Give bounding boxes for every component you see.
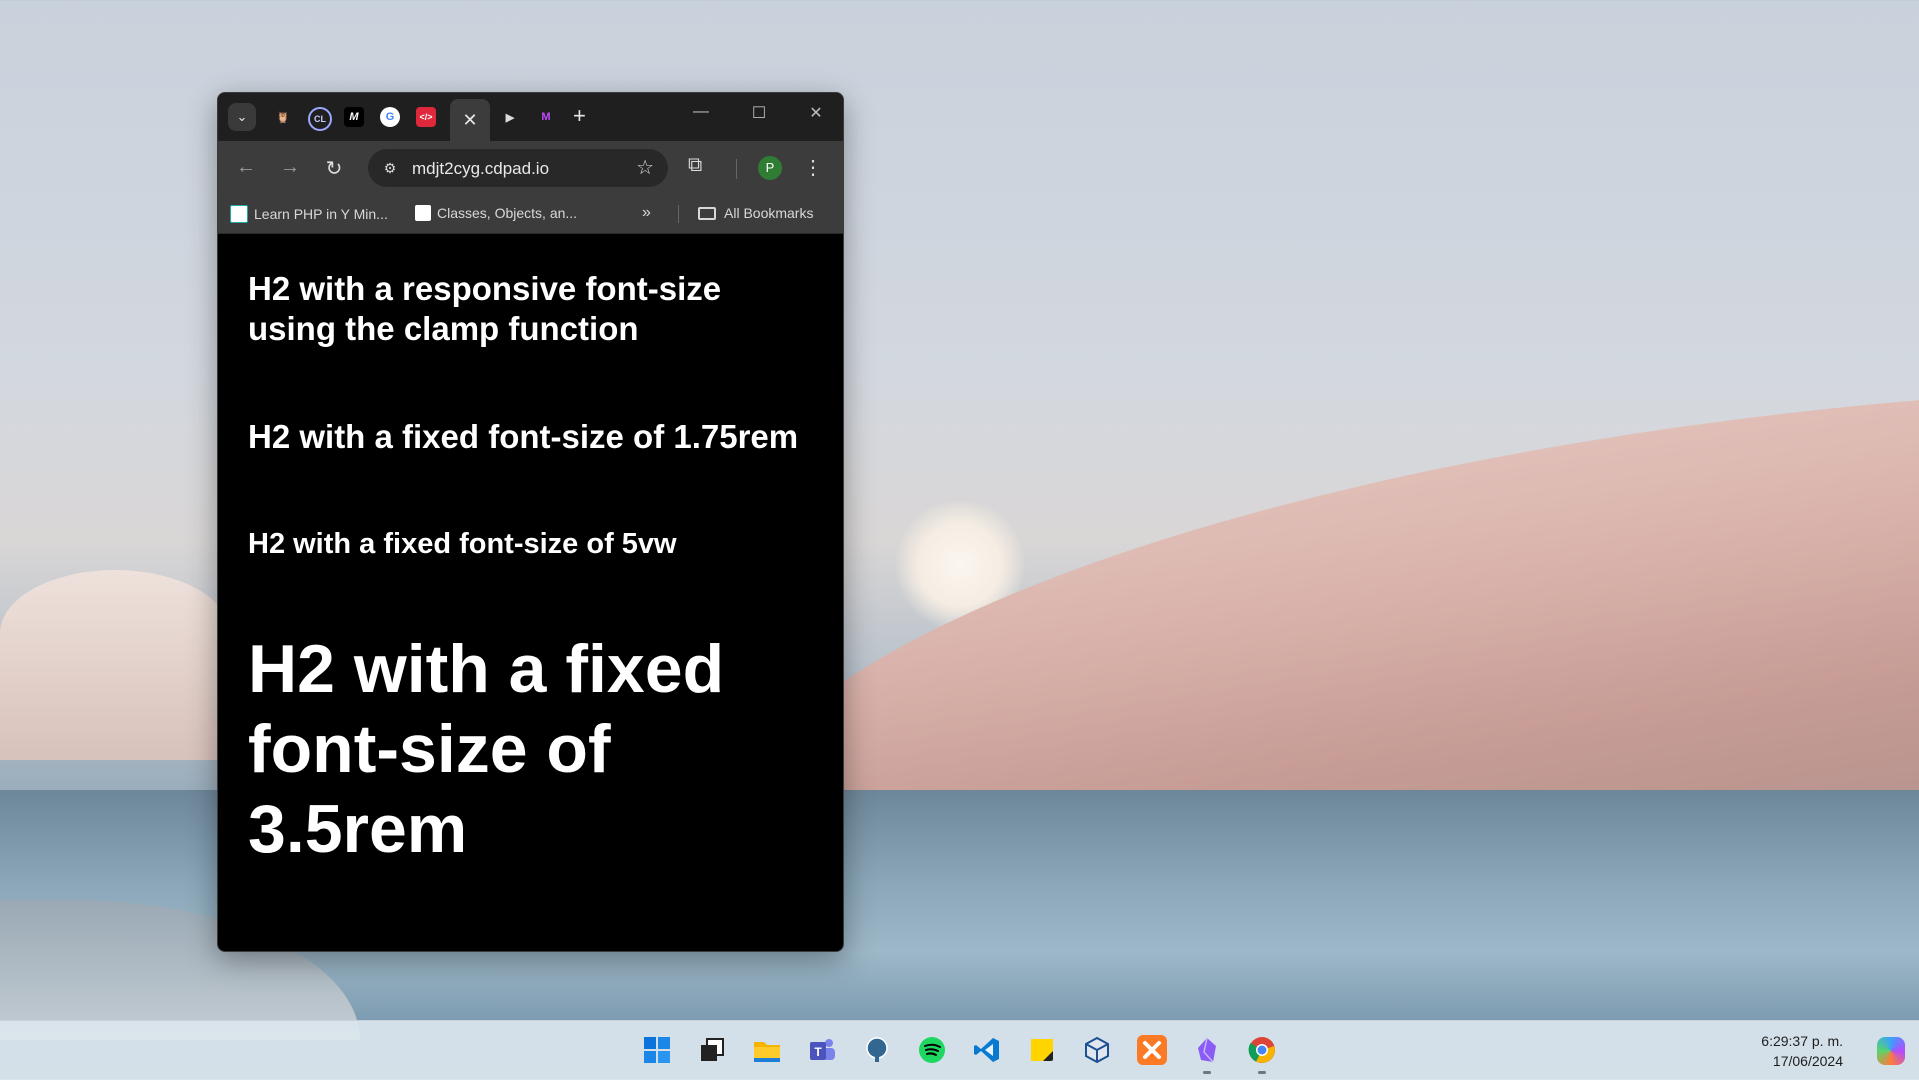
toolbar-divider: [736, 159, 737, 179]
tab-search-dropdown-icon[interactable]: ⌄: [228, 103, 256, 131]
favicon-play-icon[interactable]: ▶: [500, 107, 520, 127]
address-url[interactable]: mdjt2cyg.cdpad.io: [412, 159, 549, 179]
wallpaper-dune-left: [0, 570, 230, 760]
extensions-icon[interactable]: ⧉: [688, 154, 702, 177]
site-info-icon[interactable]: ⚙: [380, 158, 400, 178]
bookmarks-bar: Learn PHP in Y Min... Classes, Objects, …: [218, 195, 843, 234]
page-content: H2 with a responsive font-size using the…: [218, 234, 843, 869]
vscode-icon[interactable]: [972, 1035, 1002, 1065]
sticky-notes-icon[interactable]: [1027, 1035, 1057, 1065]
folder-icon: [698, 206, 716, 220]
profile-avatar[interactable]: P: [758, 156, 782, 180]
close-window-icon[interactable]: ✕: [801, 103, 831, 123]
browser-window: ⌄ 🦉 CL M G </> ✕ ▶ M + — ☐ ✕ ← → ↻ ⚙ mdj…: [217, 92, 844, 952]
bookmark-item[interactable]: Learn PHP in Y Min...: [230, 205, 388, 223]
bookmark-label: Classes, Objects, an...: [437, 205, 578, 221]
chrome-icon[interactable]: [1247, 1035, 1277, 1065]
bookmark-doc-icon: [415, 205, 431, 221]
teams-icon[interactable]: T: [807, 1035, 837, 1065]
bookmark-label: Learn PHP in Y Min...: [254, 206, 388, 222]
postgresql-icon[interactable]: [862, 1035, 892, 1065]
address-bar[interactable]: ⚙ mdjt2cyg.cdpad.io ☆: [368, 149, 668, 187]
obsidian-running-indicator: [1203, 1071, 1211, 1074]
new-tab-button[interactable]: +: [573, 105, 586, 127]
heading-175rem: H2 with a fixed font-size of 1.75rem: [248, 418, 799, 455]
bookmark-item[interactable]: Classes, Objects, an...: [415, 205, 577, 221]
tab-strip: ⌄ 🦉 CL M G </> ✕ ▶ M + — ☐ ✕: [218, 93, 843, 141]
browser-toolbar: ← → ↻ ⚙ mdjt2cyg.cdpad.io ☆ ⧉ P ⋮: [218, 141, 843, 195]
heading-35rem: H2 with a fixed font-size of 3.5rem: [248, 631, 725, 867]
all-bookmarks-label: All Bookmarks: [724, 205, 814, 221]
favicon-m-icon[interactable]: M: [344, 107, 364, 127]
favicon-google-icon[interactable]: G: [380, 107, 400, 127]
start-icon[interactable]: [642, 1035, 672, 1065]
clock-time: 6:29:37 p. m.: [1761, 1033, 1843, 1049]
file-explorer-icon[interactable]: [752, 1035, 782, 1065]
svg-text:T: T: [814, 1045, 822, 1059]
bookmark-star-icon[interactable]: ☆: [636, 155, 654, 180]
spotify-icon[interactable]: [917, 1035, 947, 1065]
xampp-icon[interactable]: [1137, 1035, 1167, 1065]
favicon-cl-icon[interactable]: CL: [308, 107, 332, 131]
favicon-code-icon[interactable]: </>: [416, 107, 436, 127]
heading-5vw: H2 with a fixed font-size of 5vw: [248, 528, 677, 560]
copilot-icon[interactable]: [1877, 1037, 1905, 1065]
task-view-icon[interactable]: [697, 1035, 727, 1065]
bookmarks-overflow-icon[interactable]: »: [642, 204, 651, 222]
bookmark-x-icon: [230, 205, 248, 223]
maximize-icon[interactable]: ☐: [744, 103, 774, 123]
minimize-icon[interactable]: —: [686, 103, 716, 121]
chrome-running-indicator: [1258, 1071, 1266, 1074]
virtualbox-icon[interactable]: [1082, 1035, 1112, 1065]
clock-date: 17/06/2024: [1772, 1053, 1843, 1069]
favicon-bear-icon[interactable]: 🦉: [273, 107, 293, 127]
taskbar: T 6:29:37 p. m. 17/06/2024: [0, 1020, 1919, 1080]
active-tab-close-icon[interactable]: ✕: [450, 99, 490, 141]
forward-icon[interactable]: →: [278, 156, 302, 179]
heading-clamp: H2 with a responsive font-size using the…: [248, 270, 722, 347]
more-menu-icon[interactable]: ⋮: [803, 155, 823, 180]
reload-icon[interactable]: ↻: [322, 156, 346, 181]
favicon-m-purple-icon[interactable]: M: [536, 107, 556, 127]
obsidian-icon[interactable]: [1192, 1035, 1222, 1065]
bookmarks-divider: [678, 205, 679, 223]
all-bookmarks-button[interactable]: All Bookmarks: [698, 205, 813, 221]
system-clock[interactable]: 6:29:37 p. m. 17/06/2024: [1761, 1031, 1843, 1071]
back-icon[interactable]: ←: [234, 156, 258, 179]
